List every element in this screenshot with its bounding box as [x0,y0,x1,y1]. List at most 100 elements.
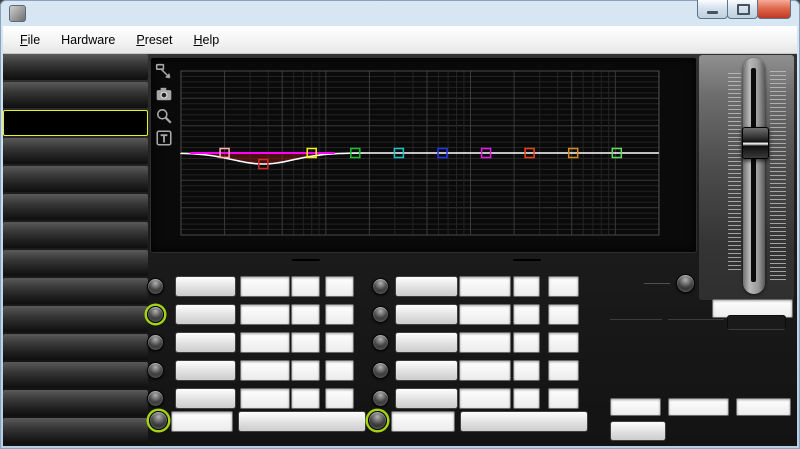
eq-r5-q-field[interactable] [513,388,540,409]
hpf-filter-select[interactable] [238,411,366,432]
eq-r2-q-field[interactable] [513,304,540,325]
eq-r1-on-button[interactable] [372,278,389,295]
sidebar-item-out-5[interactable] [3,334,148,360]
lpf-filter-select[interactable] [460,411,588,432]
eq-l3-q-field[interactable] [291,332,320,353]
eq-r4-on-button[interactable] [372,362,389,379]
sidebar-item-out-1[interactable] [3,222,148,248]
mute-line [644,283,670,284]
menu-item-hardware[interactable]: Hardware [52,29,124,51]
menu-bar: FileHardwarePresetHelp [3,26,797,54]
eq-l4-freq-field[interactable] [240,360,290,381]
eq-r3-freq-field[interactable] [459,332,511,353]
eq-r4-type-select[interactable] [395,360,458,381]
eq-l3-freq-field[interactable] [240,332,290,353]
mute-button[interactable] [676,274,695,293]
eq-r5-freq-field[interactable] [459,388,511,409]
minimize-button[interactable] [697,0,728,19]
eq-l4-on-button[interactable] [147,362,164,379]
channel-sidebar [3,54,148,446]
sidebar-item-out-7[interactable] [3,390,148,416]
window-controls [698,0,791,19]
eq-l5-q-field[interactable] [291,388,320,409]
eq-r3-type-select[interactable] [395,332,458,353]
eq-r5-type-select[interactable] [395,388,458,409]
eq-l5-type-select[interactable] [175,388,236,409]
gain-fader-handle[interactable] [742,127,769,159]
hpf-on-button[interactable] [149,411,168,430]
eq-r1-freq-field[interactable] [459,276,511,297]
hpf-freq-field[interactable] [171,411,233,432]
menu-item-help[interactable]: Help [184,29,228,51]
eq-l2-freq-field[interactable] [240,304,290,325]
eq-r5-gain-field[interactable] [548,388,579,409]
eq-l1-type-select[interactable] [175,276,236,297]
eq-r3-on-button[interactable] [372,334,389,351]
eq-r2-on-button[interactable] [372,306,389,323]
eq-l4-type-select[interactable] [175,360,236,381]
sidebar-item-out-3[interactable] [3,278,148,304]
eq-l3-type-select[interactable] [175,332,236,353]
eq-l1-q-field[interactable] [291,276,320,297]
eq-r4-freq-field[interactable] [459,360,511,381]
eq-l5-gain-field[interactable] [325,388,354,409]
compressor-release-display[interactable] [736,398,791,416]
eq-l4-gain-field[interactable] [325,360,354,381]
lpf-freq-field[interactable] [391,411,455,432]
delay-unit-select[interactable] [610,421,666,441]
delay-value-display[interactable] [610,398,661,416]
window: FileHardwarePresetHelp [0,0,800,449]
eq-r1-gain-field[interactable] [548,276,579,297]
eq-r1-q-field[interactable] [513,276,540,297]
sidebar-item-in-2[interactable] [3,138,148,164]
sidebar-item-out-8[interactable] [3,418,148,444]
sidebar-item-out-4[interactable] [3,306,148,332]
sidebar-item-in-4[interactable] [3,194,148,220]
eq-l2-on-button[interactable] [147,306,164,323]
sidebar-item-out-6[interactable] [3,362,148,388]
sidebar-item-in-3[interactable] [3,166,148,192]
eq-r4-gain-field[interactable] [548,360,579,381]
pointer-icon[interactable] [155,63,173,81]
eq-plot[interactable] [151,58,696,252]
eq-r2-gain-field[interactable] [548,304,579,325]
eq-l5-freq-field[interactable] [240,388,290,409]
eq-l2-type-select[interactable] [175,304,236,325]
eq-l3-gain-field[interactable] [325,332,354,353]
fader-track[interactable] [743,58,765,294]
eq-header-q [513,259,541,261]
eq-l3-on-button[interactable] [147,334,164,351]
eq-r3-gain-field[interactable] [548,332,579,353]
eq-r2-type-select[interactable] [395,304,458,325]
text-label-icon[interactable] [155,129,173,147]
eq-l5-on-button[interactable] [147,390,164,407]
eq-r4-q-field[interactable] [513,360,540,381]
limiter-label [668,316,724,320]
eq-r2-freq-field[interactable] [459,304,511,325]
limiter-threshold-display[interactable] [668,398,729,416]
delay-label [610,316,662,320]
eq-r3-q-field[interactable] [513,332,540,353]
close-button[interactable] [757,0,791,19]
title-bar[interactable] [0,0,800,26]
camera-icon[interactable] [155,85,173,103]
sidebar-item-main[interactable] [3,54,148,80]
sidebar-item-x-over[interactable] [3,82,148,108]
eq-l2-q-field[interactable] [291,304,320,325]
sidebar-item-out-2[interactable] [3,250,148,276]
lpf-on-button[interactable] [368,411,387,430]
sidebar-item-in-1[interactable] [3,110,148,136]
eq-l4-q-field[interactable] [291,360,320,381]
eq-l2-gain-field[interactable] [325,304,354,325]
eq-l1-gain-field[interactable] [325,276,354,297]
eq-l1-freq-field[interactable] [240,276,290,297]
eq-r5-on-button[interactable] [372,390,389,407]
zoom-icon[interactable] [155,107,173,125]
app-icon [9,5,26,22]
fader-groove [751,68,756,282]
maximize-button[interactable] [727,0,758,19]
eq-r1-type-select[interactable] [395,276,458,297]
menu-item-preset[interactable]: Preset [127,29,181,51]
eq-l1-on-button[interactable] [147,278,164,295]
menu-item-file[interactable]: File [11,29,49,51]
